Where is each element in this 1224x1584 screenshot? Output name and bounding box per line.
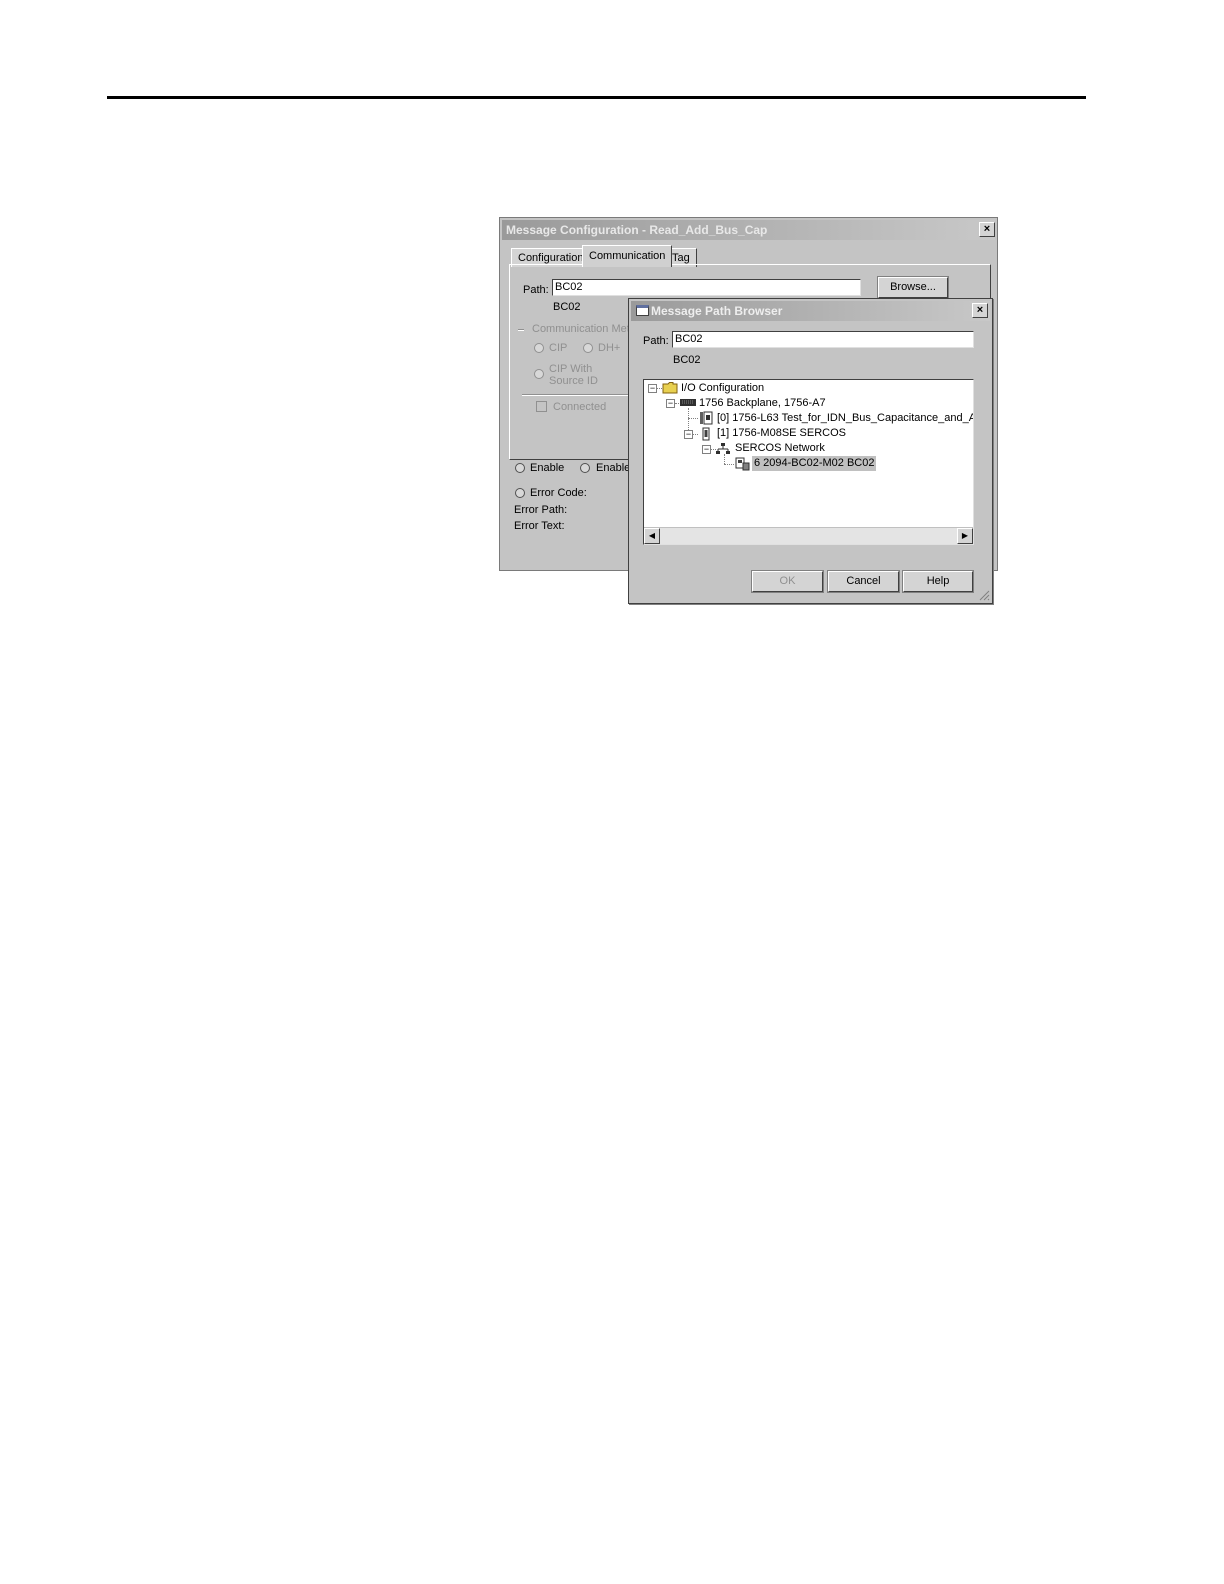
cip-with-source-id-radio[interactable] (534, 369, 544, 379)
browse-button[interactable]: Browse... (877, 276, 949, 299)
tree-item-backplane[interactable]: 1756 Backplane, 1756-A7 (699, 396, 826, 411)
help-button[interactable]: Help (902, 570, 974, 593)
dh-plus-radio-label: DH+ (598, 342, 621, 354)
tree-horizontal-scrollbar[interactable]: ◀ ▶ (644, 527, 973, 544)
tree-collapse-toggle[interactable]: − (648, 384, 657, 393)
error-text-label: Error Text: (514, 520, 565, 532)
enable-indicator (515, 463, 525, 473)
browser-path-label: Path: (643, 335, 669, 347)
tree-item-drive-selected[interactable]: 6 2094-BC02-M02 BC02 (752, 456, 877, 471)
comm-method-group-line (518, 329, 524, 331)
tree-collapse-toggle[interactable]: − (666, 399, 675, 408)
message-path-browser-titlebar[interactable]: Message Path Browser (631, 301, 990, 321)
message-path-browser-title: Message Path Browser (651, 304, 783, 318)
tree-connector (724, 464, 734, 465)
window-icon (636, 305, 649, 316)
cip-radio-label: CIP (549, 342, 568, 354)
close-button[interactable]: × (972, 303, 988, 318)
folder-icon (662, 382, 678, 394)
close-button[interactable]: × (979, 222, 995, 237)
tree-connector (688, 418, 698, 419)
connected-label: Connected (553, 401, 607, 413)
tree-collapse-toggle[interactable]: − (684, 430, 693, 439)
tree-item-controller[interactable]: [0] 1756-L63 Test_for_IDN_Bus_Capacitanc… (717, 411, 973, 426)
enable-waiting-indicator (580, 463, 590, 473)
cip-with-source-id-label-1: CIP With (549, 363, 593, 375)
cip-with-source-id-label-2: Source ID (549, 375, 598, 387)
cip-radio[interactable] (534, 343, 544, 353)
io-configuration-tree: − I/O Configuration − 1756 Backplane, 17… (643, 379, 974, 545)
resize-grip-icon[interactable] (978, 589, 990, 601)
group-divider (522, 394, 630, 396)
error-path-label: Error Path: (514, 504, 568, 516)
message-path-browser-dialog: Message Path Browser × Path: BC02 BC02 −… (628, 298, 993, 604)
tree-item-sercos-module[interactable]: [1] 1756-M08SE SERCOS (717, 426, 846, 441)
controller-icon (700, 411, 713, 425)
tree-collapse-toggle[interactable]: − (702, 445, 711, 454)
module-icon (702, 427, 710, 441)
path-label: Path: (523, 284, 549, 296)
connected-checkbox[interactable] (536, 401, 547, 412)
path-input[interactable]: BC02 (552, 279, 861, 296)
message-configuration-title: Message Configuration - Read_Add_Bus_Cap (506, 223, 768, 237)
message-configuration-titlebar[interactable]: Message Configuration - Read_Add_Bus_Cap (502, 220, 995, 240)
enable-label: Enable (530, 462, 565, 474)
tree-connector (724, 454, 725, 464)
scroll-right-button[interactable]: ▶ (957, 528, 973, 544)
tree-item-sercos-network[interactable]: SERCOS Network (735, 441, 825, 456)
tab-communication[interactable]: Communication (582, 245, 673, 267)
page-header-rule (107, 96, 1086, 99)
dh-plus-radio[interactable] (583, 343, 593, 353)
enable-waiting-label: Enable (596, 462, 631, 474)
ok-button[interactable]: OK (751, 570, 824, 593)
scroll-left-button[interactable]: ◀ (644, 528, 660, 544)
browser-path-input[interactable]: BC02 (672, 331, 974, 348)
network-icon (716, 443, 730, 454)
path-resolved-text: BC02 (553, 301, 581, 313)
backplane-icon (680, 399, 696, 406)
drive-icon (735, 457, 750, 471)
error-code-indicator (515, 488, 525, 498)
tree-connector (693, 434, 698, 435)
error-code-label: Error Code: (530, 487, 587, 499)
browser-path-resolved-text: BC02 (673, 354, 701, 366)
cancel-button[interactable]: Cancel (827, 570, 900, 593)
tree-item-io-configuration[interactable]: I/O Configuration (681, 381, 764, 396)
communication-method-label: Communication Meth (532, 323, 636, 335)
